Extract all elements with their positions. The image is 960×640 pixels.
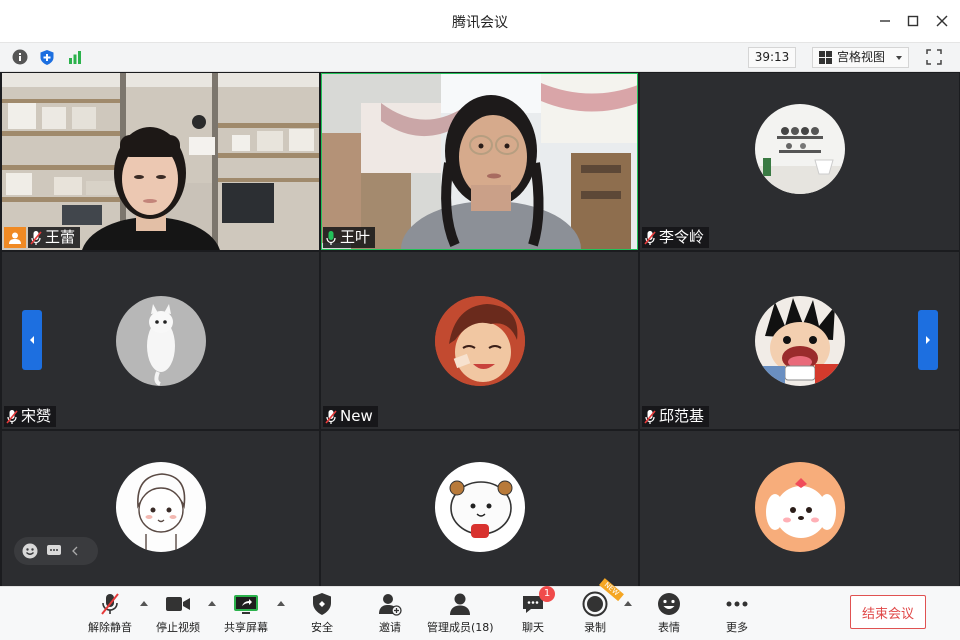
participant-tile[interactable] bbox=[640, 431, 959, 586]
chat-bubble-icon[interactable] bbox=[46, 543, 62, 559]
collapse-chevron-icon[interactable] bbox=[70, 543, 80, 559]
invite-label: 邀请 bbox=[379, 621, 401, 634]
security-button[interactable]: 安全 bbox=[309, 591, 335, 635]
fullscreen-icon[interactable] bbox=[925, 48, 943, 66]
participant-video bbox=[2, 73, 319, 250]
participant-name: 邱范基 bbox=[659, 407, 705, 425]
chat-button[interactable]: 1 聊天 bbox=[520, 586, 555, 635]
security-label: 安全 bbox=[311, 621, 333, 634]
participant-avatar bbox=[434, 295, 525, 386]
participant-avatar bbox=[115, 462, 206, 552]
add-user-icon bbox=[377, 591, 403, 617]
chevron-down-icon bbox=[896, 55, 902, 60]
participant-name: 王蕾 bbox=[45, 228, 76, 246]
grid-view-icon bbox=[819, 51, 832, 64]
unmute-button[interactable]: 解除静音 bbox=[88, 591, 132, 635]
host-icon bbox=[4, 227, 26, 248]
emoji-icon[interactable] bbox=[22, 543, 38, 559]
view-mode-label: 宫格视图 bbox=[837, 50, 886, 64]
unmute-label: 解除静音 bbox=[88, 621, 132, 634]
stop-video-label: 停止视频 bbox=[156, 621, 200, 634]
chevron-left-icon bbox=[30, 336, 34, 344]
reactions-label: 表情 bbox=[658, 621, 680, 634]
record-button[interactable]: NEW 录制 bbox=[582, 578, 625, 635]
record-options-caret[interactable] bbox=[624, 601, 632, 606]
more-button[interactable]: 更多 bbox=[724, 591, 750, 635]
more-label: 更多 bbox=[726, 621, 748, 634]
video-camera-icon bbox=[165, 591, 191, 617]
share-options-caret[interactable] bbox=[277, 601, 285, 606]
mic-muted-icon bbox=[644, 409, 656, 424]
mic-muted-icon bbox=[644, 230, 656, 245]
invite-button[interactable]: 邀请 bbox=[377, 591, 403, 635]
mic-muted-icon bbox=[30, 230, 42, 245]
reactions-button[interactable]: 表情 bbox=[656, 591, 682, 635]
chat-unread-badge: 1 bbox=[539, 586, 555, 602]
manage-members-button[interactable]: 管理成员(18) bbox=[427, 591, 494, 635]
chat-label: 聊天 bbox=[522, 621, 544, 634]
participant-nametag: 王蕾 bbox=[28, 227, 81, 248]
manage-members-label: 管理成员(18) bbox=[427, 621, 494, 634]
emoji-icon bbox=[656, 591, 682, 617]
participant-nametag: 邱范基 bbox=[642, 406, 710, 427]
stop-video-button[interactable]: 停止视频 bbox=[156, 591, 200, 635]
title-bar: 腾讯会议 bbox=[0, 0, 960, 42]
participant-tile[interactable]: 王蕾 bbox=[2, 73, 319, 250]
end-meeting-button[interactable]: 结束会议 bbox=[850, 595, 926, 629]
participant-avatar bbox=[754, 104, 845, 194]
participant-avatar bbox=[434, 462, 525, 552]
participant-video bbox=[321, 73, 638, 250]
meeting-timer: 39:13 bbox=[748, 47, 796, 68]
previous-page-button[interactable] bbox=[22, 310, 42, 370]
participant-avatar bbox=[115, 295, 206, 386]
meeting-toolbar: 解除静音 停止视频 共享屏幕 安全 邀请 管理成员(18) 1 聊天 NEW 录… bbox=[0, 578, 960, 640]
participant-avatar bbox=[754, 295, 845, 386]
chat-icon: 1 bbox=[520, 586, 555, 617]
participant-tile[interactable]: 邱范基 bbox=[640, 252, 959, 429]
participant-name: 宋赟 bbox=[21, 407, 52, 425]
signal-strength-icon[interactable] bbox=[66, 48, 84, 66]
participant-name: 王叶 bbox=[340, 228, 371, 246]
participant-nametag: New bbox=[323, 406, 378, 427]
shield-icon[interactable] bbox=[38, 48, 56, 66]
record-label: 录制 bbox=[584, 621, 606, 634]
maximize-icon[interactable] bbox=[904, 12, 922, 30]
info-icon[interactable] bbox=[11, 48, 29, 66]
share-screen-icon bbox=[233, 591, 259, 617]
participant-tile[interactable]: New bbox=[321, 252, 638, 429]
next-page-button[interactable] bbox=[918, 310, 938, 370]
participant-name: 李令岭 bbox=[659, 228, 705, 246]
participant-tile[interactable]: 李令岭 bbox=[640, 73, 959, 250]
participant-avatar bbox=[754, 462, 845, 552]
view-mode-dropdown[interactable]: 宫格视图 bbox=[812, 47, 909, 68]
participant-nametag: 宋赟 bbox=[4, 406, 57, 427]
minimize-icon[interactable] bbox=[876, 12, 894, 30]
mic-muted-icon bbox=[6, 409, 18, 424]
share-screen-button[interactable]: 共享屏幕 bbox=[224, 591, 268, 635]
video-grid: 王蕾 王叶 李令岭 宋赟 New 邱范基 bbox=[0, 72, 960, 586]
close-icon[interactable] bbox=[933, 12, 951, 30]
shield-icon bbox=[309, 591, 335, 617]
participant-name: New bbox=[340, 407, 373, 425]
window-title: 腾讯会议 bbox=[452, 15, 508, 31]
participant-tile[interactable]: 王叶 bbox=[321, 73, 638, 250]
floating-reaction-panel bbox=[14, 537, 98, 565]
meeting-info-bar: 39:13 宫格视图 bbox=[0, 42, 960, 72]
more-icon bbox=[724, 591, 750, 617]
participant-tile[interactable]: 宋赟 bbox=[2, 252, 319, 429]
members-icon bbox=[447, 591, 473, 617]
share-screen-label: 共享屏幕 bbox=[224, 621, 268, 634]
participant-nametag: 李令岭 bbox=[642, 227, 710, 248]
mic-active-icon bbox=[326, 230, 336, 245]
mic-muted-icon bbox=[97, 591, 123, 617]
audio-options-caret[interactable] bbox=[140, 601, 148, 606]
mic-muted-icon bbox=[325, 409, 337, 424]
record-icon: NEW bbox=[582, 578, 625, 617]
participant-nametag: 王叶 bbox=[323, 227, 376, 248]
chevron-right-icon bbox=[926, 336, 930, 344]
participant-tile[interactable] bbox=[321, 431, 638, 586]
video-options-caret[interactable] bbox=[208, 601, 216, 606]
